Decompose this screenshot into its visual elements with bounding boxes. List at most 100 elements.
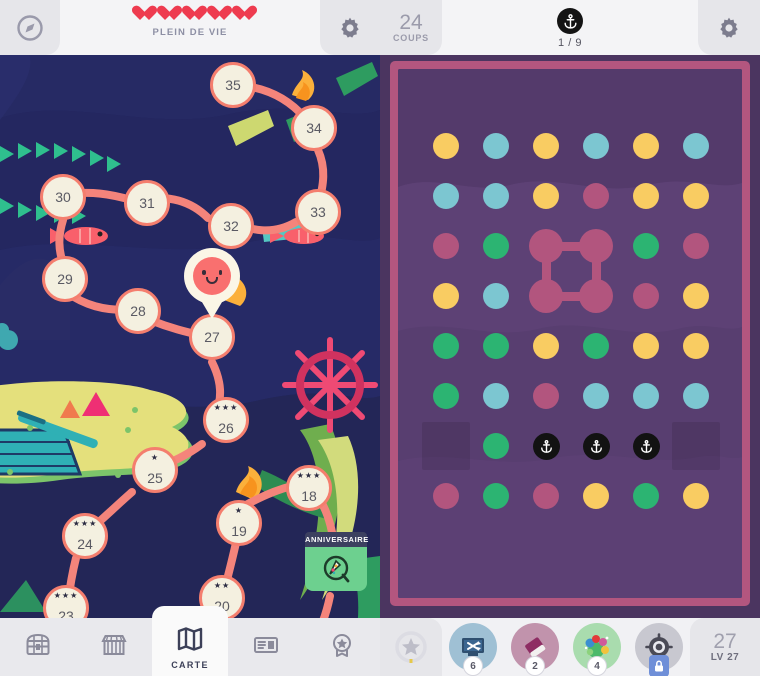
- dot[interactable]: [433, 383, 459, 409]
- powerup-bar: 6 2 4: [442, 623, 690, 676]
- map-level-node[interactable]: ★ 25: [132, 447, 178, 493]
- powerup-count: 4: [587, 656, 607, 676]
- level-stars: ★★★: [296, 471, 322, 480]
- dot[interactable]: [433, 333, 459, 359]
- dot-selected[interactable]: [579, 229, 613, 263]
- nav-item-label: CARTE: [171, 659, 209, 670]
- dot[interactable]: [533, 133, 559, 159]
- dot[interactable]: [633, 283, 659, 309]
- player-position-pin[interactable]: [184, 248, 240, 319]
- dot-selected[interactable]: [529, 279, 563, 313]
- dot[interactable]: [633, 183, 659, 209]
- map-level-node[interactable]: 35: [210, 62, 256, 108]
- gear-icon: [720, 17, 738, 38]
- dot[interactable]: [683, 133, 709, 159]
- nav-item-shop[interactable]: [76, 618, 152, 676]
- puzzle-board[interactable]: [398, 69, 742, 598]
- map-panel: 35 34 33 32 31 30 29 28 27 ★★★ 26 ★ 25 ★★★ 24 ★★★ 23 ★★ 20…: [0, 0, 380, 676]
- dot[interactable]: [483, 383, 509, 409]
- powerup-eraser[interactable]: 2: [511, 623, 559, 676]
- dot[interactable]: [533, 383, 559, 409]
- dot[interactable]: [483, 133, 509, 159]
- level-number-label: 25: [147, 470, 163, 486]
- dot[interactable]: [683, 233, 709, 259]
- dot[interactable]: [433, 233, 459, 259]
- dot[interactable]: [533, 333, 559, 359]
- dot[interactable]: [433, 483, 459, 509]
- dot[interactable]: [433, 133, 459, 159]
- map-level-node[interactable]: 29: [42, 256, 88, 302]
- dot[interactable]: [683, 383, 709, 409]
- anchor-icon: [563, 13, 577, 29]
- level-label: LV 27: [710, 652, 740, 663]
- level-number-label: 30: [55, 189, 71, 205]
- dot[interactable]: [633, 483, 659, 509]
- star-progress-button[interactable]: [380, 618, 442, 676]
- dot[interactable]: [633, 333, 659, 359]
- goal-progress: 1 / 9: [558, 37, 582, 49]
- gear-icon: [341, 17, 359, 38]
- map-level-node[interactable]: ★★★ 18: [286, 465, 332, 511]
- map-level-node[interactable]: 27: [189, 314, 235, 360]
- map-level-node[interactable]: ★★★ 26: [203, 397, 249, 443]
- dot[interactable]: [583, 333, 609, 359]
- powerup-bomb[interactable]: 4: [573, 623, 621, 676]
- map-level-node[interactable]: 30: [40, 174, 86, 220]
- level-number-label: 31: [139, 195, 155, 211]
- dot[interactable]: [683, 283, 709, 309]
- game-settings-button[interactable]: [698, 0, 760, 55]
- dot[interactable]: [483, 283, 509, 309]
- heart-icon: [157, 6, 174, 22]
- star-progress-icon: [395, 631, 427, 663]
- dot[interactable]: [433, 283, 459, 309]
- dot[interactable]: [683, 483, 709, 509]
- dot[interactable]: [533, 483, 559, 509]
- game-header: 24 COUPS 1 / 9: [380, 0, 760, 55]
- dot[interactable]: [483, 483, 509, 509]
- map-settings-button[interactable]: [320, 0, 380, 55]
- nav-item-chest[interactable]: [0, 618, 76, 676]
- powerup-target[interactable]: [635, 623, 683, 676]
- dot-grid[interactable]: [398, 69, 742, 598]
- map-level-node[interactable]: 28: [115, 288, 161, 334]
- dot[interactable]: [583, 183, 609, 209]
- anchor-piece[interactable]: [632, 432, 660, 460]
- anniversary-box: [305, 547, 367, 591]
- dot[interactable]: [633, 133, 659, 159]
- map-level-node[interactable]: 34: [291, 105, 337, 151]
- nav-item-awards[interactable]: [304, 618, 380, 676]
- map-level-node[interactable]: 32: [208, 203, 254, 249]
- anchor-piece[interactable]: [532, 432, 560, 460]
- map-level-node[interactable]: 33: [295, 189, 341, 235]
- powerup-shuffle[interactable]: 6: [449, 623, 497, 676]
- anniversary-event-badge[interactable]: ANNIVERSAIRE: [305, 532, 368, 591]
- dot[interactable]: [633, 233, 659, 259]
- dot[interactable]: [483, 183, 509, 209]
- heart-icon: [207, 6, 224, 22]
- news-card-icon: [253, 632, 279, 663]
- anchor-piece[interactable]: [582, 432, 610, 460]
- dot-selected[interactable]: [529, 229, 563, 263]
- dot[interactable]: [683, 183, 709, 209]
- dot[interactable]: [433, 183, 459, 209]
- dot[interactable]: [483, 333, 509, 359]
- game-bottom-bar: 6 2 4 27 LV 27: [380, 618, 760, 676]
- dot[interactable]: [483, 433, 509, 459]
- dot[interactable]: [683, 333, 709, 359]
- dot[interactable]: [583, 383, 609, 409]
- nav-item-news[interactable]: [228, 618, 304, 676]
- map-level-node[interactable]: ★★★ 24: [62, 513, 108, 559]
- level-number-label: 18: [301, 488, 317, 504]
- nav-item-map[interactable]: CARTE: [152, 606, 228, 676]
- dot-selected[interactable]: [579, 279, 613, 313]
- dot[interactable]: [533, 183, 559, 209]
- level-number-label: 24: [77, 536, 93, 552]
- anchor-icon: [540, 439, 552, 453]
- dot[interactable]: [583, 483, 609, 509]
- dot[interactable]: [483, 233, 509, 259]
- dot[interactable]: [633, 383, 659, 409]
- heart-icon: [182, 6, 199, 22]
- map-level-node[interactable]: ★ 19: [216, 500, 262, 546]
- dot[interactable]: [583, 133, 609, 159]
- map-level-node[interactable]: 31: [124, 180, 170, 226]
